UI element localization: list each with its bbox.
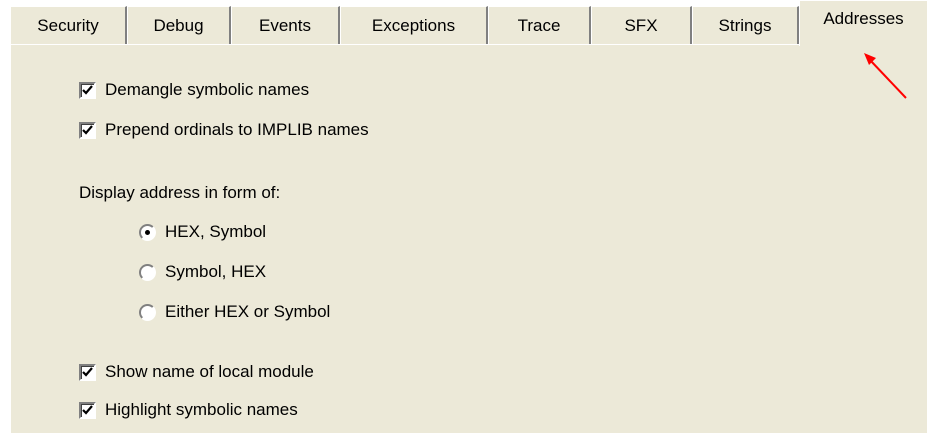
tab-sfx[interactable]: SFX bbox=[591, 6, 692, 44]
show-local-module-checkbox[interactable] bbox=[79, 364, 96, 381]
radio-either-label: Either HEX or Symbol bbox=[165, 302, 331, 321]
radio-hex-symbol[interactable] bbox=[139, 224, 156, 241]
demangle-label: Demangle symbolic names bbox=[105, 80, 310, 99]
tab-label: Strings bbox=[718, 15, 772, 35]
radio-symbol-hex[interactable] bbox=[139, 264, 156, 281]
tab-strings[interactable]: Strings bbox=[692, 6, 799, 44]
prepend-ordinals-checkbox[interactable] bbox=[79, 122, 96, 139]
tab-label: Addresses bbox=[823, 8, 904, 28]
tab-label: SFX bbox=[624, 15, 658, 35]
tab-addresses[interactable]: Addresses bbox=[799, 0, 927, 46]
demangle-checkbox[interactable] bbox=[79, 82, 96, 99]
prepend-ordinals-label: Prepend ordinals to IMPLIB names bbox=[105, 120, 369, 139]
checkmark-icon bbox=[82, 405, 93, 415]
tab-security[interactable]: Security bbox=[10, 6, 127, 44]
tab-events[interactable]: Events bbox=[231, 6, 340, 44]
highlight-symbolic-checkbox[interactable] bbox=[79, 402, 96, 419]
display-address-heading: Display address in form of: bbox=[79, 183, 281, 202]
radio-either[interactable] bbox=[139, 304, 156, 321]
tab-debug[interactable]: Debug bbox=[127, 6, 231, 44]
addresses-panel: Demangle symbolic names Prepend ordinals… bbox=[10, 44, 927, 433]
tab-exceptions[interactable]: Exceptions bbox=[340, 6, 488, 44]
highlight-symbolic-label: Highlight symbolic names bbox=[105, 400, 298, 419]
tab-label: Events bbox=[259, 15, 311, 35]
tab-trace[interactable]: Trace bbox=[488, 6, 591, 44]
tab-label: Security bbox=[37, 15, 99, 35]
checkmark-icon bbox=[82, 367, 93, 377]
checkmark-icon bbox=[82, 85, 93, 95]
tab-label: Debug bbox=[153, 15, 204, 35]
tab-label: Exceptions bbox=[371, 15, 456, 35]
radio-selected-dot bbox=[145, 230, 150, 235]
show-local-module-label: Show name of local module bbox=[105, 362, 314, 381]
radio-symbol-hex-label: Symbol, HEX bbox=[165, 262, 267, 281]
tab-label: Trace bbox=[517, 15, 561, 35]
checkmark-icon bbox=[82, 125, 93, 135]
radio-hex-symbol-label: HEX, Symbol bbox=[165, 222, 267, 241]
